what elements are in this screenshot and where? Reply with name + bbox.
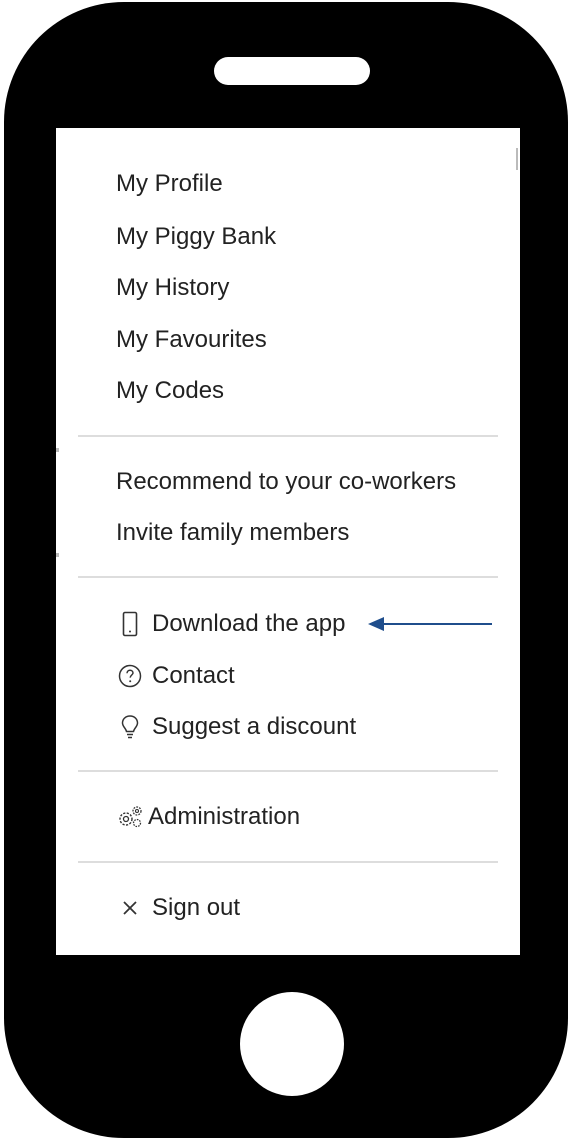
close-icon (116, 894, 144, 922)
menu-item-sign-out[interactable]: Sign out (116, 890, 240, 926)
lightbulb-icon (116, 713, 144, 741)
menu-item-label: Recommend to your co-workers (116, 468, 457, 495)
menu-item-my-favourites[interactable]: My Favourites (116, 322, 267, 358)
menu-item-label: My Codes (116, 377, 225, 404)
screen-edge-artifact (56, 553, 59, 557)
menu-divider (78, 435, 498, 437)
phone-speaker (214, 57, 370, 85)
menu-item-label: My Profile (116, 170, 223, 197)
menu-item-label: Administration (148, 803, 301, 830)
menu-item-label: Contact (152, 662, 235, 689)
menu-item-label: My History (116, 274, 230, 301)
menu-item-label: My Piggy Bank (116, 223, 277, 250)
screen-edge-artifact (516, 148, 518, 170)
menu-item-suggest-discount[interactable]: Suggest a discount (116, 709, 356, 745)
menu-item-download-app[interactable]: Download the app (116, 606, 345, 642)
menu-divider (78, 770, 498, 772)
menu-item-label: Suggest a discount (152, 713, 357, 740)
menu-divider (78, 861, 498, 863)
phone-home-button[interactable] (240, 992, 344, 1096)
menu-item-label: Invite family members (116, 519, 350, 546)
menu-item-recommend-coworkers[interactable]: Recommend to your co-workers (116, 464, 456, 500)
gears-icon (116, 803, 144, 831)
phone-icon (116, 610, 144, 638)
menu-item-contact[interactable]: Contact (116, 658, 235, 694)
menu-item-label: Sign out (152, 894, 241, 921)
menu-item-my-profile[interactable]: My Profile (116, 166, 223, 202)
menu-item-my-codes[interactable]: My Codes (116, 373, 224, 409)
question-circle-icon (116, 662, 144, 690)
menu-item-my-piggy-bank[interactable]: My Piggy Bank (116, 219, 276, 255)
account-menu-screen: My Profile My Piggy Bank My History My F… (56, 128, 520, 955)
menu-item-label: My Favourites (116, 326, 267, 353)
menu-item-invite-family[interactable]: Invite family members (116, 515, 349, 551)
menu-item-label: Download the app (152, 610, 346, 637)
annotation-arrow (368, 617, 492, 631)
menu-item-administration[interactable]: Administration (116, 799, 300, 835)
screen-edge-artifact (56, 448, 59, 452)
menu-divider (78, 576, 498, 578)
menu-item-my-history[interactable]: My History (116, 270, 229, 306)
